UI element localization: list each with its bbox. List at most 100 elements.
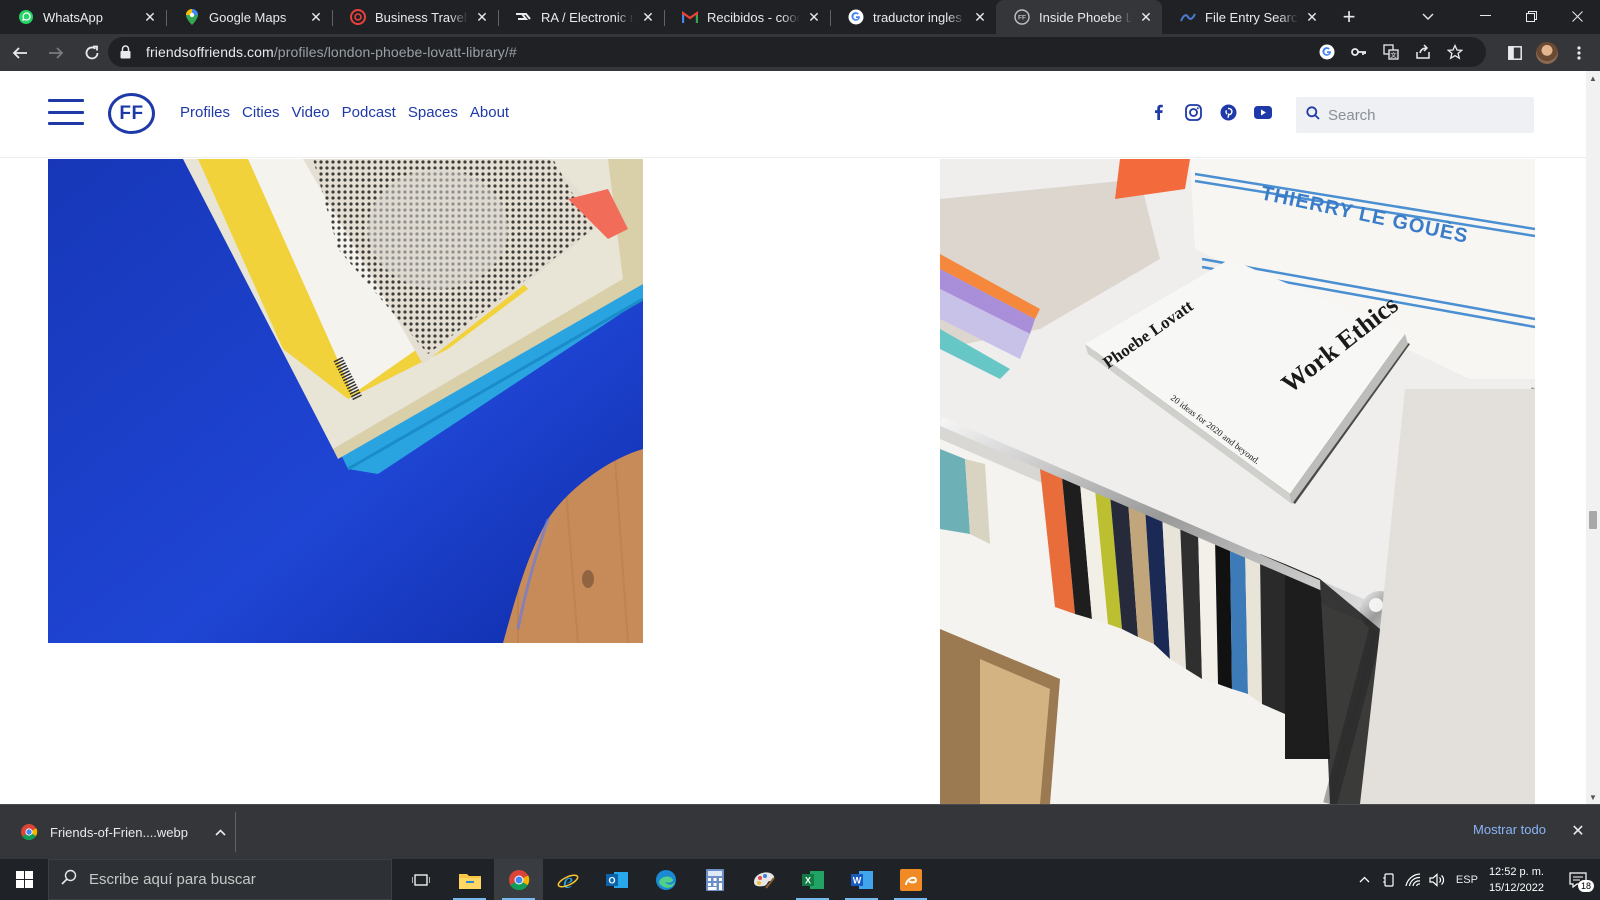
forward-icon[interactable] [40, 37, 72, 69]
pdf-app-icon[interactable] [886, 859, 935, 900]
edge-icon[interactable] [641, 859, 690, 900]
taskbar-search-placeholder: Escribe aquí para buscar [89, 871, 256, 888]
search-icon [61, 869, 77, 890]
google-lens-icon[interactable] [1316, 41, 1338, 63]
tab-title: traductor ingles a e [873, 9, 966, 25]
close-icon[interactable]: ✕ [806, 9, 822, 25]
tab-title: RA / Electronic mu [541, 9, 634, 25]
excel-icon[interactable]: X [788, 859, 837, 900]
file-entry-icon [1180, 9, 1196, 25]
hamburger-menu-icon[interactable] [48, 99, 84, 125]
wifi-icon[interactable] [1401, 859, 1425, 900]
translate-icon[interactable]: 文 [1380, 41, 1402, 63]
tab-business-traveller[interactable]: Business Traveller M ✕ [332, 0, 498, 34]
key-icon[interactable] [1348, 41, 1370, 63]
tab-file-entry-search[interactable]: File Entry Search ✕ [1162, 0, 1328, 34]
instagram-icon[interactable] [1183, 102, 1203, 122]
facebook-icon[interactable] [1148, 102, 1168, 122]
tab-inside-phoebe-lovatt[interactable]: FF Inside Phoebe Lova ✕ [996, 0, 1162, 34]
close-icon[interactable]: ✕ [1138, 9, 1154, 25]
photo-bookshelf-work-ethics: THIERRY LE GOUÈS Phoebe Lovatt Work Ethi… [940, 159, 1535, 804]
notification-center-icon[interactable]: 18 [1556, 859, 1600, 900]
tab-title: Google Maps [209, 9, 287, 25]
tab-search-chevron-icon[interactable] [1416, 6, 1440, 28]
clock[interactable]: 12:52 p. m. 15/12/2022 [1489, 864, 1544, 896]
chevron-up-icon[interactable] [1353, 859, 1377, 900]
internet-explorer-icon[interactable]: e [543, 859, 592, 900]
close-icon[interactable]: ✕ [142, 9, 158, 25]
nav-video[interactable]: Video [292, 104, 330, 121]
site-header: FF Profiles Cities Video Podcast Spaces … [0, 71, 1586, 158]
close-icon[interactable]: ✕ [308, 9, 324, 25]
pinterest-icon[interactable] [1218, 102, 1238, 122]
tab-google-maps[interactable]: Google Maps ✕ [166, 0, 332, 34]
scroll-thumb[interactable] [1589, 511, 1597, 529]
word-icon[interactable]: W [837, 859, 886, 900]
new-tab-button[interactable]: + [1332, 0, 1366, 34]
browser-toolbar: friendsoffriends.com/profiles/london-pho… [0, 34, 1600, 71]
bookmark-star-icon[interactable] [1444, 41, 1466, 63]
share-icon[interactable] [1412, 41, 1434, 63]
menu-dots-icon[interactable] [1568, 42, 1590, 64]
reload-icon[interactable] [76, 37, 108, 69]
windows-taskbar: Escribe aquí para buscar e O X W ESP 12:… [0, 859, 1600, 900]
profile-avatar[interactable] [1536, 41, 1558, 64]
close-icon[interactable]: ✕ [1568, 821, 1588, 841]
svg-text:e: e [563, 869, 573, 891]
close-icon[interactable]: ✕ [972, 9, 988, 25]
task-view-icon[interactable] [396, 859, 445, 900]
minimize-icon[interactable] [1462, 0, 1508, 32]
search-icon [1306, 105, 1320, 125]
paint-icon[interactable] [739, 859, 788, 900]
device-icon[interactable] [1377, 859, 1401, 900]
site-logo[interactable]: FF [108, 93, 155, 134]
lock-icon[interactable] [120, 45, 136, 59]
download-bar: Friends-of-Frien....webp Mostrar todo ✕ [0, 804, 1600, 859]
address-bar[interactable]: friendsoffriends.com/profiles/london-pho… [108, 37, 1486, 67]
page-scrollbar[interactable]: ▲ ▼ [1586, 71, 1600, 804]
system-tray: ESP 12:52 p. m. 15/12/2022 18 [1353, 859, 1600, 900]
scroll-down-icon[interactable]: ▼ [1586, 790, 1600, 804]
back-icon[interactable] [4, 37, 36, 69]
tab-google-translate[interactable]: traductor ingles a e ✕ [830, 0, 996, 34]
nav-cities[interactable]: Cities [242, 104, 280, 121]
youtube-icon[interactable] [1253, 102, 1273, 122]
tab-title: WhatsApp [43, 9, 103, 25]
url-text[interactable]: friendsoffriends.com/profiles/london-pho… [146, 44, 517, 60]
restore-icon[interactable] [1508, 0, 1554, 32]
scroll-up-icon[interactable]: ▲ [1586, 71, 1600, 85]
language-indicator[interactable]: ESP [1455, 859, 1479, 900]
site-search[interactable] [1296, 97, 1534, 133]
chrome-file-icon [21, 824, 38, 841]
calculator-icon[interactable] [690, 859, 739, 900]
tab-whatsapp[interactable]: WhatsApp ✕ [0, 0, 166, 34]
taskbar-search[interactable]: Escribe aquí para buscar [48, 859, 392, 900]
close-window-icon[interactable] [1554, 0, 1600, 32]
windows-start-icon[interactable] [0, 859, 48, 900]
tab-ra[interactable]: RA / Electronic mu ✕ [498, 0, 664, 34]
tab-gmail[interactable]: Recibidos - coocar ✕ [664, 0, 830, 34]
close-icon[interactable]: ✕ [1304, 9, 1320, 25]
chrome-icon[interactable] [494, 859, 543, 900]
svg-text:W: W [852, 875, 861, 885]
volume-icon[interactable] [1425, 859, 1449, 900]
side-panel-icon[interactable] [1504, 42, 1526, 64]
chevron-up-icon[interactable] [205, 828, 235, 836]
close-icon[interactable]: ✕ [640, 9, 656, 25]
tab-title: File Entry Search [1205, 9, 1298, 25]
file-explorer-icon[interactable] [445, 859, 494, 900]
tab-title: Recibidos - coocar [707, 9, 800, 25]
close-icon[interactable]: ✕ [474, 9, 490, 25]
nav-spaces[interactable]: Spaces [408, 104, 458, 121]
search-input[interactable] [1328, 106, 1518, 124]
whatsapp-icon [18, 9, 34, 25]
outlook-icon[interactable]: O [592, 859, 641, 900]
window-controls [1462, 0, 1600, 32]
nav-podcast[interactable]: Podcast [342, 104, 396, 121]
google-icon [848, 9, 864, 25]
download-item[interactable]: Friends-of-Frien....webp [8, 812, 236, 852]
nav-about[interactable]: About [470, 104, 509, 121]
nav-profiles[interactable]: Profiles [180, 104, 230, 121]
show-all-downloads-button[interactable]: Mostrar todo [1473, 822, 1546, 837]
tab-title: Business Traveller M [375, 9, 468, 25]
